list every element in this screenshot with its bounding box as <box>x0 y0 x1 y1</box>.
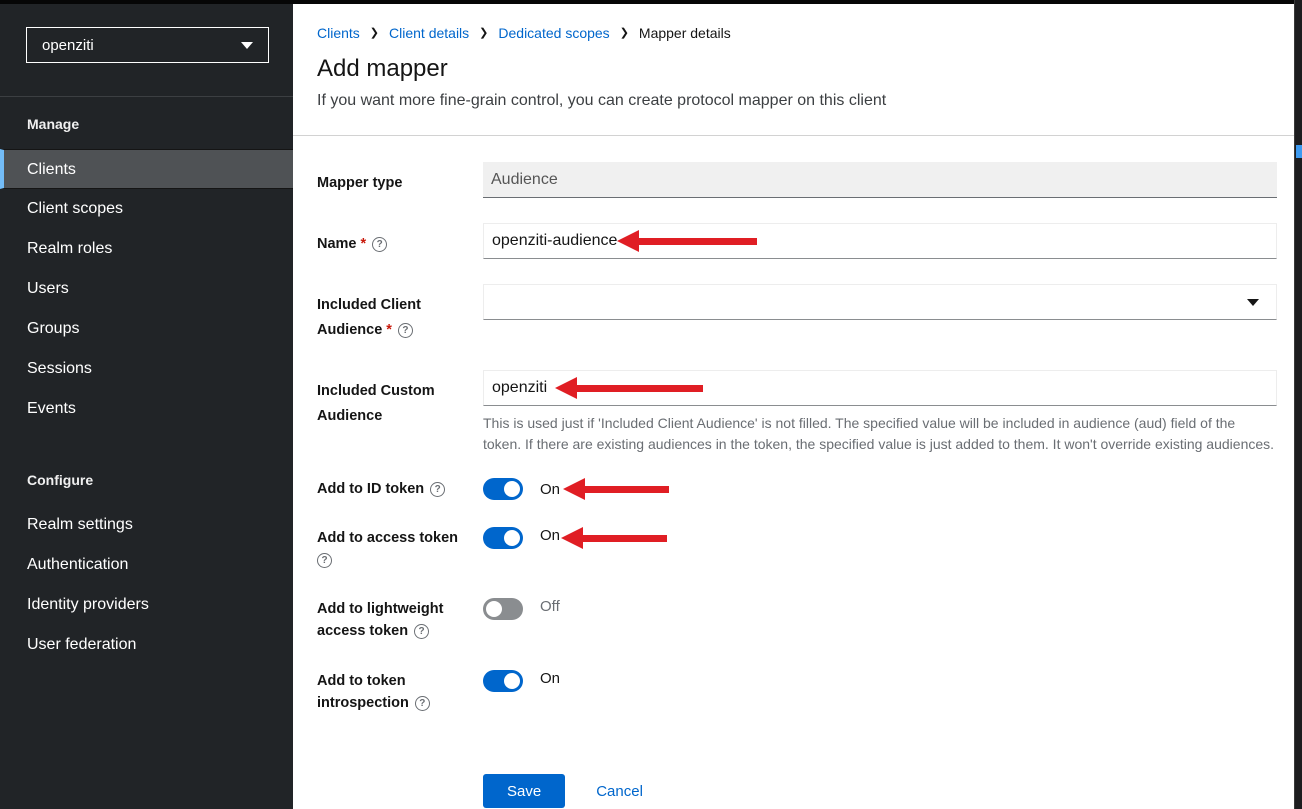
annotation-arrow-id-token <box>563 478 669 500</box>
add-to-token-introspection-toggle[interactable] <box>483 670 523 692</box>
nav-section-configure: Configure <box>27 472 293 489</box>
sidebar-item-groups[interactable]: Groups <box>0 309 293 349</box>
masthead-strip <box>0 0 1302 4</box>
add-to-access-token-toggle[interactable] <box>483 527 523 549</box>
toggle-state-label: On <box>540 527 560 544</box>
chevron-right-icon: ❯ <box>620 25 629 42</box>
help-icon[interactable]: ? <box>414 624 429 639</box>
toggle-state-label: Off <box>540 598 560 615</box>
breadcrumb-clients-link[interactable]: Clients <box>317 25 360 42</box>
help-icon[interactable]: ? <box>415 696 430 711</box>
page-header: Clients ❯ Client details ❯ Dedicated sco… <box>293 4 1294 136</box>
included-custom-audience-help: This is used just if 'Included Client Au… <box>483 413 1277 455</box>
sidebar-item-clients[interactable]: Clients <box>0 149 293 189</box>
sidebar-item-authentication[interactable]: Authentication <box>0 545 293 585</box>
help-icon[interactable]: ? <box>430 482 445 497</box>
sidebar-item-users[interactable]: Users <box>0 269 293 309</box>
add-to-lightweight-access-token-toggle[interactable] <box>483 598 523 620</box>
sidebar-item-realm-settings[interactable]: Realm settings <box>0 505 293 545</box>
chevron-right-icon: ❯ <box>370 25 379 42</box>
annotation-arrow-access-token <box>561 527 667 549</box>
sidebar-item-realm-roles[interactable]: Realm roles <box>0 229 293 269</box>
add-to-lightweight-access-token-label: Add to lightweight access token? <box>317 598 483 642</box>
manage-nav-list: Clients Client scopes Realm roles Users … <box>0 149 293 429</box>
chevron-down-icon <box>241 42 253 49</box>
add-to-access-token-label: Add to access token ? <box>317 527 483 571</box>
sidebar-item-identity-providers[interactable]: Identity providers <box>0 585 293 625</box>
help-icon[interactable]: ? <box>372 237 387 252</box>
cancel-button[interactable]: Cancel <box>596 783 643 800</box>
included-client-audience-label: Included Client Audience*? <box>317 284 483 343</box>
configure-nav-list: Realm settings Authentication Identity p… <box>0 505 293 665</box>
sidebar-divider <box>0 96 293 97</box>
mapper-form: Mapper type Name*? Included Client Audie… <box>293 136 1294 808</box>
main-content: Clients ❯ Client details ❯ Dedicated sco… <box>293 4 1294 809</box>
sidebar: openziti Manage Clients Client scopes Re… <box>0 4 293 809</box>
mapper-type-input <box>483 162 1277 198</box>
breadcrumb-mapper-details: Mapper details <box>639 25 731 42</box>
name-label: Name*? <box>317 223 483 259</box>
scrollbar[interactable] <box>1294 0 1302 809</box>
help-icon[interactable]: ? <box>317 553 332 568</box>
required-asterisk: * <box>361 236 367 252</box>
add-to-token-introspection-label: Add to token introspection? <box>317 670 483 714</box>
sidebar-item-client-scopes[interactable]: Client scopes <box>0 189 293 229</box>
add-to-id-token-toggle[interactable] <box>483 478 523 500</box>
mapper-type-label: Mapper type <box>317 162 483 198</box>
page-title: Add mapper <box>317 55 1270 83</box>
add-to-id-token-label: Add to ID token? <box>317 478 483 500</box>
scrollbar-thumb[interactable] <box>1296 145 1302 158</box>
realm-selector-dropdown[interactable]: openziti <box>26 27 269 63</box>
required-asterisk: * <box>386 322 392 338</box>
current-realm-label: openziti <box>42 37 94 54</box>
name-input[interactable] <box>483 223 1277 259</box>
breadcrumb-client-details-link[interactable]: Client details <box>389 25 469 42</box>
chevron-right-icon: ❯ <box>479 25 488 42</box>
toggle-state-label: On <box>540 670 560 687</box>
included-custom-audience-input[interactable] <box>483 370 1277 406</box>
sidebar-item-events[interactable]: Events <box>0 389 293 429</box>
sidebar-item-sessions[interactable]: Sessions <box>0 349 293 389</box>
toggle-state-label: On <box>540 481 560 498</box>
chevron-down-icon <box>1247 299 1259 306</box>
page-subtitle: If you want more fine-grain control, you… <box>317 91 1270 110</box>
help-icon[interactable]: ? <box>398 323 413 338</box>
sidebar-item-user-federation[interactable]: User federation <box>0 625 293 665</box>
breadcrumb-dedicated-scopes-link[interactable]: Dedicated scopes <box>498 25 609 42</box>
nav-section-manage: Manage <box>27 116 293 133</box>
save-button[interactable]: Save <box>483 774 565 808</box>
breadcrumb: Clients ❯ Client details ❯ Dedicated sco… <box>317 25 1270 42</box>
included-client-audience-select[interactable] <box>483 284 1277 320</box>
included-custom-audience-label: Included Custom Audience <box>317 370 483 455</box>
